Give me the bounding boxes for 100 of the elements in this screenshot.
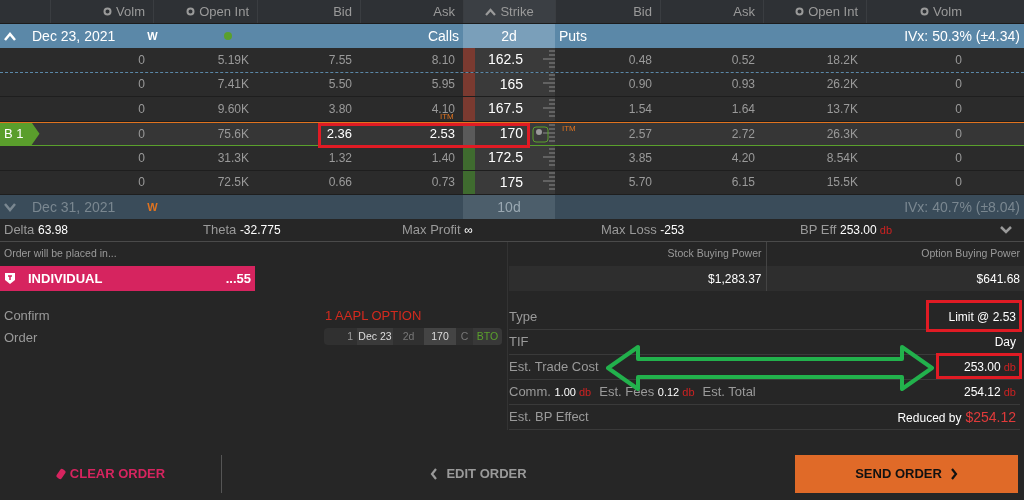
ask-cell: 0.73 bbox=[431, 175, 455, 190]
volume-cell: 0 bbox=[138, 150, 145, 165]
gear-icon[interactable] bbox=[532, 125, 549, 143]
option-row[interactable]: 0 5.19K 7.55 8.10 162.5 0.48 0.52 18.2K 0 bbox=[0, 48, 1024, 73]
confirm-label: Confirm bbox=[4, 307, 50, 325]
column-header[interactable]: Open Int bbox=[153, 0, 257, 23]
open-interest-cell: 18.2K bbox=[826, 52, 858, 67]
send-order-button[interactable]: SEND ORDER bbox=[795, 455, 1018, 493]
strike-cell[interactable]: 172.5 bbox=[463, 146, 555, 170]
open-interest-cell: 26.2K bbox=[826, 77, 858, 92]
bid-cell: 0.66 bbox=[328, 175, 352, 190]
detail-value: Limit @ 2.53 bbox=[948, 309, 1016, 326]
edit-order-button[interactable]: EDIT ORDER bbox=[430, 464, 527, 484]
sort-dot-icon bbox=[186, 7, 196, 16]
open-interest-cell: 72.5K bbox=[217, 175, 249, 190]
account-caption: Order will be placed in... bbox=[3, 246, 118, 262]
bid-cell: 7.55 bbox=[328, 52, 352, 67]
chevron-left-icon bbox=[430, 468, 439, 480]
days-to-expiry: 10d bbox=[463, 195, 555, 219]
volume-cell: 0 bbox=[955, 175, 962, 190]
buying-power-label: Stock Buying Power bbox=[667, 246, 762, 262]
column-header[interactable]: Strike bbox=[463, 0, 555, 23]
scale-ticks-icon bbox=[543, 122, 555, 145]
column-header[interactable]: Bid bbox=[257, 0, 360, 23]
volume-cell: 0 bbox=[138, 52, 145, 67]
chevron-down-icon[interactable] bbox=[4, 202, 16, 212]
chevron-up-icon[interactable] bbox=[4, 31, 16, 41]
bid-cell: 0.90 bbox=[628, 77, 652, 92]
calls-label: Calls bbox=[427, 27, 459, 44]
column-header[interactable]: Open Int bbox=[763, 0, 866, 23]
option-row[interactable]: 0 7.41K 5.50 5.95 165 0.90 0.93 26.2K 0 bbox=[0, 72, 1024, 97]
chevron-right-icon bbox=[949, 468, 958, 480]
ask-cell: 6.15 bbox=[731, 175, 755, 190]
ask-cell: 0.93 bbox=[731, 77, 755, 92]
detail-value: 253.00 db bbox=[964, 359, 1016, 376]
ask-cell: 8.10 bbox=[431, 52, 455, 67]
column-header[interactable]: Volm bbox=[866, 0, 970, 23]
ask-cell: 4.20 bbox=[731, 150, 755, 165]
cost-stat: Est. Total bbox=[702, 383, 756, 402]
open-interest-cell: 7.41K bbox=[217, 77, 249, 92]
open-interest-cell: 75.6K bbox=[217, 126, 249, 141]
scale-ticks-icon bbox=[543, 48, 555, 71]
cost-stat: Comm. 1.00 db bbox=[509, 383, 592, 402]
greek-stat: Delta 63.98 bbox=[4, 222, 68, 238]
detail-value: Day bbox=[994, 334, 1016, 351]
clear-order-button[interactable]: CLEAR ORDER bbox=[55, 464, 166, 484]
strike-cell[interactable]: 167.5 bbox=[463, 97, 555, 121]
greek-stat: Theta -32.775 bbox=[203, 222, 281, 238]
days-to-expiry: 2d bbox=[463, 24, 555, 48]
column-header[interactable]: Bid bbox=[555, 0, 660, 23]
order-leg: 1 Dec 23 2d 170 C BTO bbox=[324, 327, 502, 345]
bid-cell: 0.48 bbox=[628, 52, 652, 67]
open-interest-cell: 31.3K bbox=[217, 150, 249, 165]
cost-stat: Est. Fees 0.12 db bbox=[599, 383, 695, 402]
open-interest-cell: 26.3K bbox=[826, 126, 858, 141]
itm-label: ITM bbox=[562, 123, 576, 133]
ask-cell: 5.95 bbox=[431, 77, 455, 92]
bid-cell: 5.50 bbox=[328, 77, 352, 92]
caret-up-icon bbox=[485, 7, 497, 16]
greek-stat: BP Eff 253.00 db bbox=[800, 222, 893, 238]
ask-cell: 2.72 bbox=[731, 126, 755, 141]
position-tag[interactable]: B 1 bbox=[0, 122, 40, 145]
order-label: Order bbox=[4, 328, 39, 347]
bid-cell: 5.70 bbox=[628, 175, 652, 190]
weekly-label: W bbox=[147, 28, 158, 44]
puts-label: Puts bbox=[559, 27, 587, 44]
sort-dot-icon bbox=[920, 7, 930, 16]
bid-cell: 2.57 bbox=[628, 126, 652, 141]
sort-dot-icon bbox=[103, 7, 113, 16]
shield-icon bbox=[4, 272, 16, 285]
strike-cell[interactable]: 175 bbox=[463, 170, 555, 194]
option-row[interactable]: 0 31.3K 1.32 1.40 172.5 3.85 4.20 8.54K 0 bbox=[0, 146, 1024, 171]
detail-label: TIF bbox=[509, 333, 529, 352]
detail-label: Type bbox=[509, 308, 538, 327]
strike-cell[interactable]: 162.5 bbox=[463, 48, 555, 72]
ask-cell: 1.40 bbox=[431, 150, 455, 165]
chevron-down-icon[interactable] bbox=[1000, 226, 1012, 234]
volume-cell: 0 bbox=[955, 150, 962, 165]
volume-cell: 0 bbox=[955, 77, 962, 92]
column-header[interactable]: Volm bbox=[50, 0, 153, 23]
buying-power-value: $1,283.37 bbox=[708, 270, 762, 288]
volume-cell: 0 bbox=[138, 126, 145, 141]
detail-value: Reduced by $254.12 bbox=[897, 407, 1016, 427]
detail-label: Est. Trade Cost bbox=[509, 358, 599, 377]
eraser-icon bbox=[55, 468, 66, 480]
bid-cell: 1.32 bbox=[328, 150, 352, 165]
greek-stat: Max Profit ∞ bbox=[402, 222, 473, 238]
column-header[interactable]: Ask bbox=[660, 0, 763, 23]
ask-cell: 0.52 bbox=[731, 52, 755, 67]
volume-cell: 0 bbox=[138, 175, 145, 190]
detail-label: Est. BP Effect bbox=[509, 408, 589, 427]
weekly-label: W bbox=[147, 199, 158, 215]
detail-value: 254.12 db bbox=[964, 384, 1016, 401]
volume-cell: 0 bbox=[955, 52, 962, 67]
account-selector[interactable]: INDIVIDUAL ...55 bbox=[0, 266, 255, 291]
strike-cell[interactable]: 165 bbox=[463, 72, 555, 96]
order-title: 1 AAPL OPTION bbox=[324, 307, 422, 325]
expiration-date[interactable]: Dec 23, 2021 bbox=[32, 25, 116, 47]
option-row[interactable]: 0 72.5K 0.66 0.73 175 5.70 6.15 15.5K 0 bbox=[0, 170, 1024, 195]
ask-cell: 2.53 bbox=[429, 126, 455, 141]
